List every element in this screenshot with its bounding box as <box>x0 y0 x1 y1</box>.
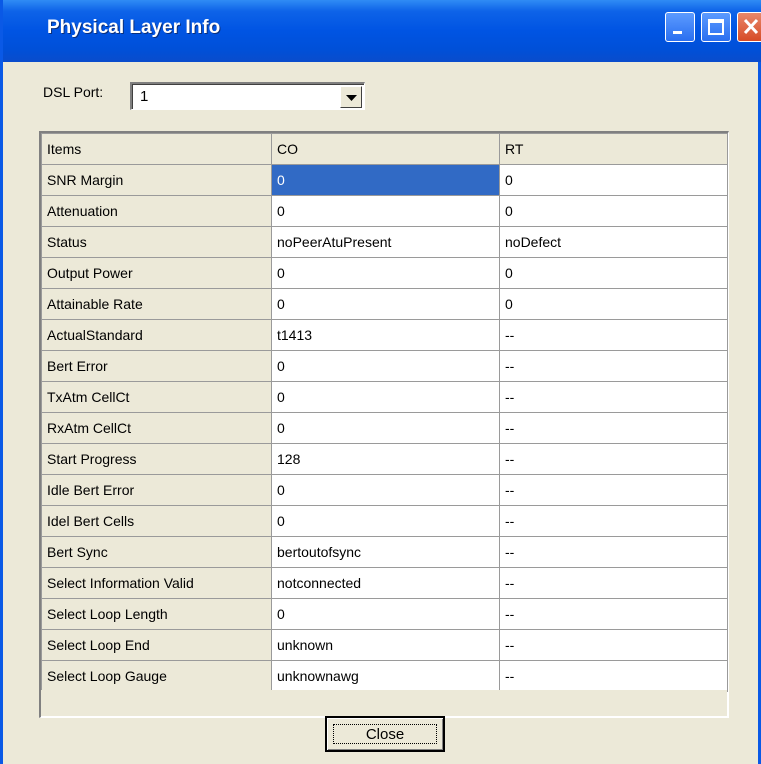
rt-cell[interactable]: -- <box>499 443 728 475</box>
co-cell[interactable]: 0 <box>271 381 500 413</box>
table-row[interactable]: Attenuation 0 0 <box>41 195 728 227</box>
grid-empty-area <box>41 690 727 716</box>
co-cell[interactable]: 0 <box>271 474 500 506</box>
rt-cell[interactable]: -- <box>499 319 728 351</box>
co-cell[interactable]: 0 <box>271 257 500 289</box>
table-row[interactable]: Output Power 0 0 <box>41 257 728 289</box>
row-label[interactable]: TxAtm CellCt <box>41 381 272 413</box>
row-label[interactable]: Idle Bert Error <box>41 474 272 506</box>
row-label[interactable]: Bert Error <box>41 350 272 382</box>
table-row[interactable]: SNR Margin 0 0 <box>41 164 728 196</box>
rt-cell[interactable]: -- <box>499 412 728 444</box>
info-table: Items CO RT SNR Margin 0 0 Attenuation 0 0 Sta… <box>41 133 728 692</box>
table-row[interactable]: Select Loop Length 0 -- <box>41 598 728 630</box>
physical-layer-grid[interactable]: Items CO RT SNR Margin 0 0 Attenuation 0 0 Sta… <box>39 131 729 718</box>
table-row[interactable]: RxAtm CellCt 0 -- <box>41 412 728 444</box>
row-label[interactable]: Select Loop End <box>41 629 272 661</box>
table-row[interactable]: Attainable Rate 0 0 <box>41 288 728 320</box>
co-cell[interactable]: 0 <box>271 505 500 537</box>
dsl-port-value: 1 <box>140 88 149 105</box>
co-cell[interactable]: bertoutofsync <box>271 536 500 568</box>
co-cell[interactable]: 0 <box>271 288 500 320</box>
co-cell[interactable]: 0 <box>271 598 500 630</box>
co-cell[interactable]: unknownawg <box>271 660 500 692</box>
row-label[interactable]: Idel Bert Cells <box>41 505 272 537</box>
column-header-co[interactable]: CO <box>271 133 500 165</box>
rt-cell[interactable]: -- <box>499 474 728 506</box>
row-label[interactable]: Attainable Rate <box>41 288 272 320</box>
minimize-icon <box>673 31 682 34</box>
table-row[interactable]: Bert Error 0 -- <box>41 350 728 382</box>
window-title: Physical Layer Info <box>47 17 221 38</box>
rt-cell[interactable]: -- <box>499 598 728 630</box>
table-row[interactable]: ActualStandard t1413 -- <box>41 319 728 351</box>
row-label[interactable]: SNR Margin <box>41 164 272 196</box>
dsl-port-select[interactable]: 1 <box>130 82 365 110</box>
rt-cell[interactable]: noDefect <box>499 226 728 258</box>
co-cell[interactable]: 0 <box>271 164 500 196</box>
row-label[interactable]: Start Progress <box>41 443 272 475</box>
row-label[interactable]: ActualStandard <box>41 319 272 351</box>
row-label[interactable]: Output Power <box>41 257 272 289</box>
close-button-label: Close <box>365 726 405 743</box>
row-label[interactable]: RxAtm CellCt <box>41 412 272 444</box>
column-header-rt[interactable]: RT <box>499 133 728 165</box>
close-button[interactable]: Close <box>325 716 445 752</box>
rt-cell[interactable]: -- <box>499 505 728 537</box>
rt-cell[interactable]: 0 <box>499 195 728 227</box>
table-row[interactable]: Idle Bert Error 0 -- <box>41 474 728 506</box>
rt-cell[interactable]: -- <box>499 350 728 382</box>
table-row[interactable]: Idel Bert Cells 0 -- <box>41 505 728 537</box>
column-header-items[interactable]: Items <box>41 133 272 165</box>
table-row[interactable]: Select Loop Gauge unknownawg -- <box>41 660 728 692</box>
table-header-row: Items CO RT <box>41 133 728 165</box>
co-cell[interactable]: unknown <box>271 629 500 661</box>
physical-layer-info-window: Physical Layer Info DSL Port: 1 Items CO… <box>0 0 761 764</box>
co-cell[interactable]: noPeerAtuPresent <box>271 226 500 258</box>
row-label[interactable]: Status <box>41 226 272 258</box>
rt-cell[interactable]: 0 <box>499 257 728 289</box>
table-row[interactable]: Status noPeerAtuPresent noDefect <box>41 226 728 258</box>
co-cell[interactable]: 0 <box>271 350 500 382</box>
co-cell[interactable]: t1413 <box>271 319 500 351</box>
close-window-button[interactable] <box>737 12 761 42</box>
table-row[interactable]: Select Information Valid notconnected -- <box>41 567 728 599</box>
row-label[interactable]: Attenuation <box>41 195 272 227</box>
maximize-button[interactable] <box>701 12 731 42</box>
rt-cell[interactable]: -- <box>499 629 728 661</box>
dropdown-button[interactable] <box>340 86 362 108</box>
dsl-port-label: DSL Port: <box>43 84 104 100</box>
co-cell[interactable]: 0 <box>271 412 500 444</box>
row-label[interactable]: Select Information Valid <box>41 567 272 599</box>
co-cell[interactable]: 0 <box>271 195 500 227</box>
rt-cell[interactable]: -- <box>499 660 728 692</box>
row-label[interactable]: Select Loop Gauge <box>41 660 272 692</box>
table-row[interactable]: TxAtm CellCt 0 -- <box>41 381 728 413</box>
rt-cell[interactable]: -- <box>499 536 728 568</box>
table-row[interactable]: Start Progress 128 -- <box>41 443 728 475</box>
row-label[interactable]: Bert Sync <box>41 536 272 568</box>
title-bar[interactable]: Physical Layer Info <box>3 0 761 62</box>
rt-cell[interactable]: 0 <box>499 164 728 196</box>
table-row[interactable]: Bert Sync bertoutofsync -- <box>41 536 728 568</box>
rt-cell[interactable]: 0 <box>499 288 728 320</box>
minimize-button[interactable] <box>665 12 695 42</box>
close-icon <box>743 18 759 35</box>
co-cell[interactable]: 128 <box>271 443 500 475</box>
row-label[interactable]: Select Loop Length <box>41 598 272 630</box>
rt-cell[interactable]: -- <box>499 567 728 599</box>
maximize-icon <box>708 19 724 35</box>
table-row[interactable]: Select Loop End unknown -- <box>41 629 728 661</box>
rt-cell[interactable]: -- <box>499 381 728 413</box>
co-cell[interactable]: notconnected <box>271 567 500 599</box>
chevron-down-icon <box>346 95 357 101</box>
